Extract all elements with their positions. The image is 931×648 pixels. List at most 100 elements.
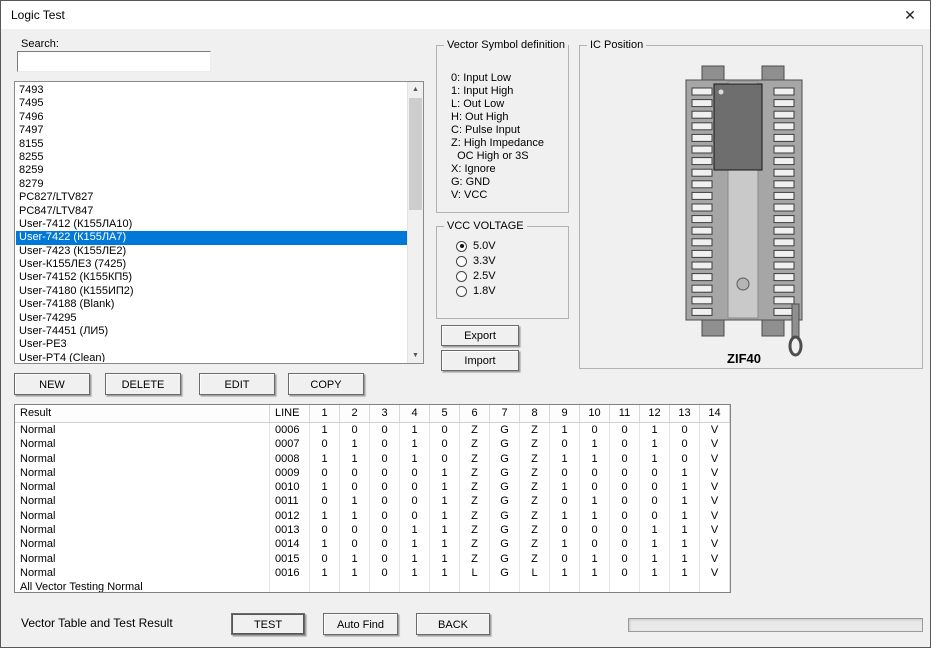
chip-list-item[interactable]: 8255: [16, 151, 407, 164]
table-header-11[interactable]: 11: [610, 405, 640, 422]
zif40-socket-graphic: [580, 46, 924, 370]
table-footer-row[interactable]: All Vector Testing Normal: [15, 580, 730, 593]
cell-pin-value: 1: [670, 566, 700, 580]
copy-button[interactable]: COPY: [288, 373, 364, 395]
table-header-3[interactable]: 3: [370, 405, 400, 422]
vcc-option-1.8V[interactable]: 1.8V: [456, 285, 496, 297]
search-input[interactable]: [17, 51, 211, 72]
cell-line: 0007: [270, 437, 310, 451]
cell-pin-value: 0: [340, 537, 370, 551]
vector-symbol-line: 1: Input High: [451, 85, 566, 98]
cell-result: Normal: [15, 509, 270, 523]
cell-pin-value: Z: [460, 523, 490, 537]
table-row[interactable]: Normal001010001ZGZ10001V: [15, 480, 730, 494]
cell-pin-value: V: [700, 509, 730, 523]
logic-test-window: Logic Test ✕ Search: 7493749574967497815…: [0, 0, 931, 648]
chip-list-item[interactable]: User-7423 (К155ЛЕ2): [16, 245, 407, 258]
table-row[interactable]: Normal000701010ZGZ01010V: [15, 437, 730, 451]
table-row[interactable]: Normal000811010ZGZ11010V: [15, 452, 730, 466]
export-button[interactable]: Export: [441, 325, 519, 346]
test-button[interactable]: TEST: [231, 613, 305, 635]
chip-list-item[interactable]: 7493: [16, 84, 407, 97]
scroll-up-icon[interactable]: ▲: [408, 82, 423, 97]
auto-find-button[interactable]: Auto Find: [323, 613, 398, 635]
chip-list-item[interactable]: User-74188 (Blank): [16, 298, 407, 311]
table-header-14[interactable]: 14: [700, 405, 730, 422]
table-row[interactable]: Normal001501011ZGZ01011V: [15, 552, 730, 566]
vcc-option-2.5V[interactable]: 2.5V: [456, 270, 496, 282]
chip-list-item[interactable]: PC827/LTV827: [16, 191, 407, 204]
table-header-7[interactable]: 7: [490, 405, 520, 422]
chip-list-item[interactable]: 7496: [16, 111, 407, 124]
table-header-8[interactable]: 8: [520, 405, 550, 422]
chip-list-item[interactable]: User-74152 (К155КП5): [16, 271, 407, 284]
chip-list-item[interactable]: PC847/LTV847: [16, 205, 407, 218]
scroll-down-icon[interactable]: ▼: [408, 348, 423, 363]
chip-list-item[interactable]: User-74451 (ЛИ5): [16, 325, 407, 338]
chip-list-item[interactable]: 7497: [16, 124, 407, 137]
chip-listbox[interactable]: 74937495749674978155825582598279PC827/LT…: [14, 81, 424, 364]
table-row[interactable]: Normal001611011LGL11011V: [15, 566, 730, 580]
vector-symbol-line: C: Pulse Input: [451, 124, 566, 137]
import-button[interactable]: Import: [441, 350, 519, 371]
scrollbar-thumb[interactable]: [409, 98, 422, 210]
table-row[interactable]: Normal001410011ZGZ10011V: [15, 537, 730, 551]
radio-icon: [456, 241, 467, 252]
new-button[interactable]: NEW: [14, 373, 90, 395]
vector-table[interactable]: ResultLINE1234567891011121314 Normal0006…: [14, 404, 731, 593]
cell-pin-value: 0: [370, 552, 400, 566]
table-header-13[interactable]: 13: [670, 405, 700, 422]
cell-pin-value: G: [490, 552, 520, 566]
cell-pin-value: 0: [610, 466, 640, 480]
cell-pin-value: [460, 580, 490, 593]
vcc-option-5.0V[interactable]: 5.0V: [456, 240, 496, 252]
table-row[interactable]: Normal000900001ZGZ00001V: [15, 466, 730, 480]
vcc-voltage-group-title: VCC VOLTAGE: [444, 220, 527, 232]
cell-pin-value: 1: [670, 509, 700, 523]
table-header-5[interactable]: 5: [430, 405, 460, 422]
table-header-4[interactable]: 4: [400, 405, 430, 422]
edit-button[interactable]: EDIT: [199, 373, 275, 395]
table-header-12[interactable]: 12: [640, 405, 670, 422]
chip-list-item[interactable]: User-74295: [16, 312, 407, 325]
chip-list-item[interactable]: 7495: [16, 97, 407, 110]
chip-list-item[interactable]: User-PE3: [16, 338, 407, 351]
table-row[interactable]: Normal000610010ZGZ10010V: [15, 423, 730, 437]
table-header-2[interactable]: 2: [340, 405, 370, 422]
cell-pin-value: 1: [670, 523, 700, 537]
cell-pin-value: 0: [550, 494, 580, 508]
table-header-6[interactable]: 6: [460, 405, 490, 422]
cell-pin-value: 1: [400, 452, 430, 466]
chip-list-item[interactable]: 8155: [16, 138, 407, 151]
cell-pin-value: 1: [670, 494, 700, 508]
cell-pin-value: 1: [400, 552, 430, 566]
table-row[interactable]: Normal001300011ZGZ00011V: [15, 523, 730, 537]
cell-pin-value: G: [490, 452, 520, 466]
chip-list-item[interactable]: 8279: [16, 178, 407, 191]
table-row[interactable]: Normal001211001ZGZ11001V: [15, 509, 730, 523]
cell-result: Normal: [15, 523, 270, 537]
close-icon[interactable]: ✕: [898, 5, 922, 25]
cell-pin-value: 1: [550, 509, 580, 523]
cell-pin-value: [430, 580, 460, 593]
chip-list-item[interactable]: User-К155ЛЕ3 (7425): [16, 258, 407, 271]
table-header-9[interactable]: 9: [550, 405, 580, 422]
list-scrollbar[interactable]: ▲ ▼: [407, 82, 423, 363]
chip-list-item[interactable]: 8259: [16, 164, 407, 177]
vector-table-header: ResultLINE1234567891011121314: [15, 405, 730, 423]
back-button[interactable]: BACK: [416, 613, 490, 635]
delete-button[interactable]: DELETE: [105, 373, 181, 395]
table-row[interactable]: Normal001101001ZGZ01001V: [15, 494, 730, 508]
chip-list-item[interactable]: User-74180 (К155ИП2): [16, 285, 407, 298]
table-header-result[interactable]: Result: [15, 405, 270, 422]
table-header-10[interactable]: 10: [580, 405, 610, 422]
vcc-option-3.3V[interactable]: 3.3V: [456, 255, 496, 267]
table-header-line[interactable]: LINE: [270, 405, 310, 422]
cell-pin-value: 1: [580, 494, 610, 508]
cell-pin-value: [670, 580, 700, 593]
chip-list-item[interactable]: User-7412 (К155ЛА10): [16, 218, 407, 231]
chip-list-item[interactable]: User-7422 (К155ЛА7): [16, 231, 407, 244]
table-header-1[interactable]: 1: [310, 405, 340, 422]
cell-pin-value: 1: [640, 523, 670, 537]
chip-list-item[interactable]: User-PT4 (Clean): [16, 352, 407, 362]
